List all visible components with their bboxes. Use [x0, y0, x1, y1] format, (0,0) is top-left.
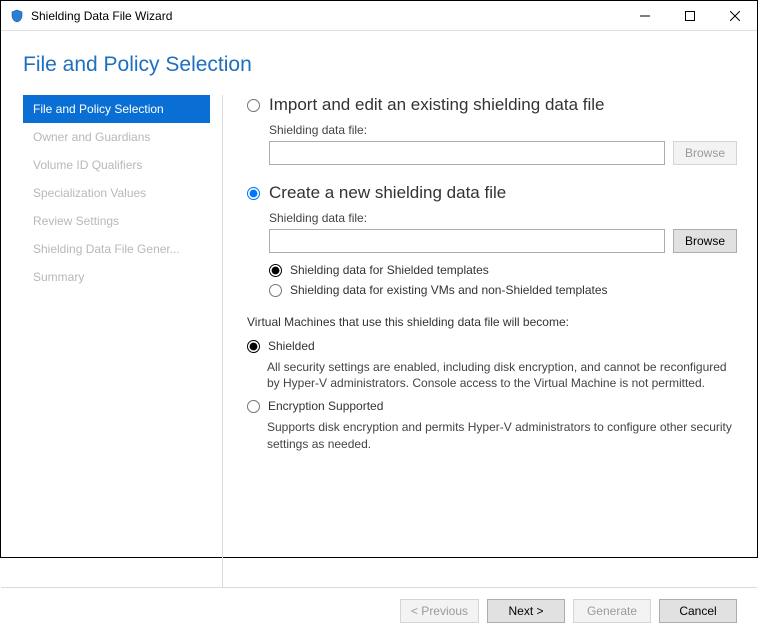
shield-icon [9, 8, 25, 24]
import-file-label: Shielding data file: [269, 123, 737, 137]
policy-encryption-label: Encryption Supported [268, 399, 383, 413]
main-panel: Import and edit an existing shielding da… [223, 95, 757, 587]
option-import-header[interactable]: Import and edit an existing shielding da… [247, 95, 737, 115]
footer: < Previous Next > Generate Cancel [1, 587, 757, 633]
import-file-input [269, 141, 665, 165]
sidebar-item-owner-guardians: Owner and Guardians [23, 123, 210, 151]
radio-import[interactable] [247, 99, 260, 112]
radio-template-shielded-row[interactable]: Shielding data for Shielded templates [269, 263, 737, 277]
radio-create[interactable] [247, 187, 260, 200]
radio-policy-shielded-row[interactable]: Shielded [247, 339, 737, 353]
create-browse-button[interactable]: Browse [673, 229, 737, 253]
radio-template-existing[interactable] [269, 284, 282, 297]
option-import-title: Import and edit an existing shielding da… [269, 95, 604, 115]
wizard-steps-sidebar: File and Policy Selection Owner and Guar… [23, 95, 223, 587]
maximize-button[interactable] [667, 1, 712, 30]
option-create-title: Create a new shielding data file [269, 183, 506, 203]
option-import: Import and edit an existing shielding da… [247, 95, 737, 165]
radio-policy-shielded[interactable] [247, 340, 260, 353]
window-title: Shielding Data File Wizard [31, 9, 172, 23]
titlebar: Shielding Data File Wizard [1, 1, 757, 31]
create-file-label: Shielding data file: [269, 211, 737, 225]
sidebar-item-review: Review Settings [23, 207, 210, 235]
option-create-header[interactable]: Create a new shielding data file [247, 183, 737, 203]
import-browse-button: Browse [673, 141, 737, 165]
radio-policy-encryption[interactable] [247, 400, 260, 413]
option-create: Create a new shielding data file Shieldi… [247, 183, 737, 297]
previous-button: < Previous [400, 599, 479, 623]
page-title: File and Policy Selection [1, 31, 757, 95]
radio-template-shielded[interactable] [269, 264, 282, 277]
sidebar-item-summary: Summary [23, 263, 210, 291]
next-button[interactable]: Next > [487, 599, 565, 623]
policy-shielded-desc: All security settings are enabled, inclu… [267, 359, 737, 391]
radio-template-existing-row[interactable]: Shielding data for existing VMs and non-… [269, 283, 737, 297]
policy-encryption-desc: Supports disk encryption and permits Hyp… [267, 419, 737, 451]
sidebar-item-specialization: Specialization Values [23, 179, 210, 207]
sidebar-item-generation: Shielding Data File Gener... [23, 235, 210, 263]
template-existing-label: Shielding data for existing VMs and non-… [290, 283, 608, 297]
policy-shielded-label: Shielded [268, 339, 315, 353]
generate-button: Generate [573, 599, 651, 623]
sidebar-item-volume-id: Volume ID Qualifiers [23, 151, 210, 179]
template-shielded-label: Shielding data for Shielded templates [290, 263, 489, 277]
cancel-button[interactable]: Cancel [659, 599, 737, 623]
minimize-button[interactable] [622, 1, 667, 30]
policy-intro: Virtual Machines that use this shielding… [247, 315, 737, 329]
create-file-input[interactable] [269, 229, 665, 253]
radio-policy-encryption-row[interactable]: Encryption Supported [247, 399, 737, 413]
close-button[interactable] [712, 1, 757, 30]
sidebar-item-file-policy[interactable]: File and Policy Selection [23, 95, 210, 123]
